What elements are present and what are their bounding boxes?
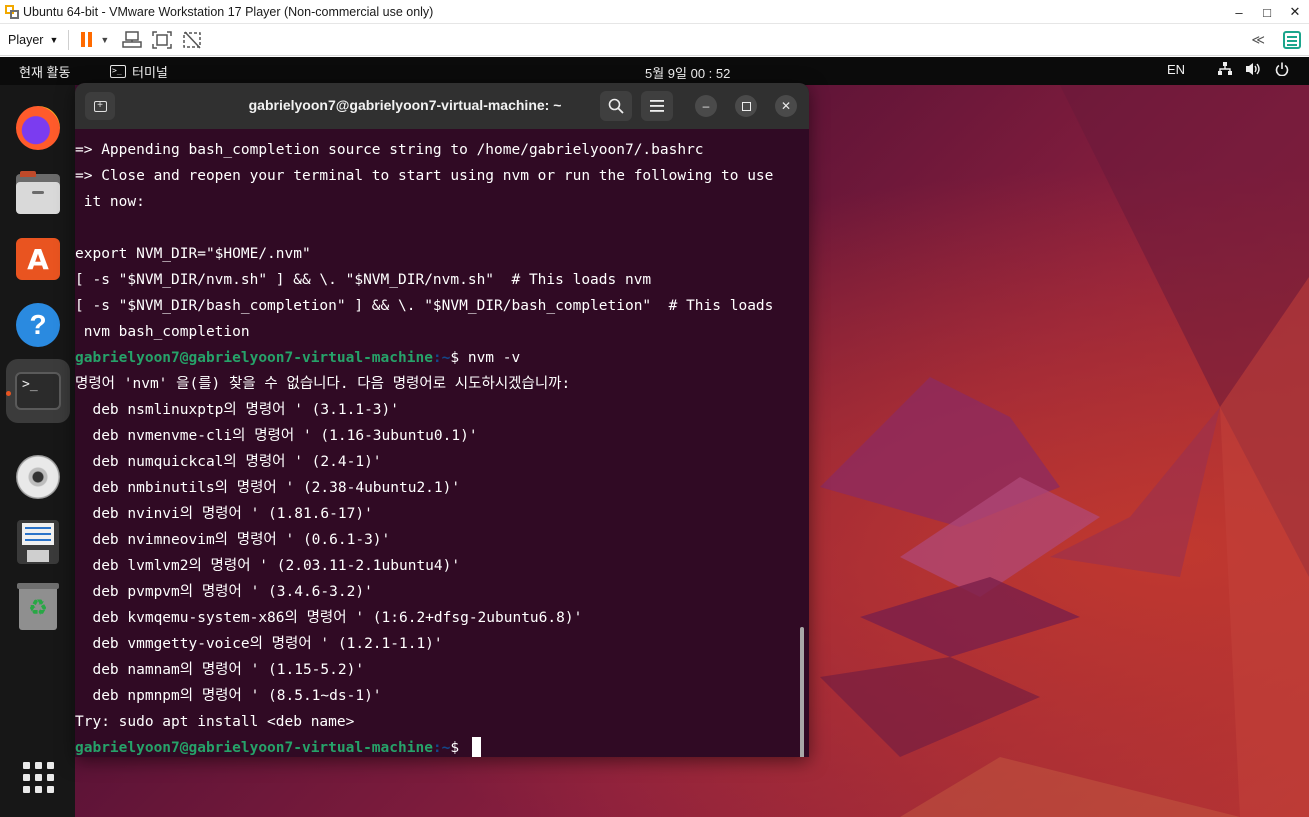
output-line: deb nsmlinuxptp의 명령어 ' (3.1.1-3)' <box>75 402 399 418</box>
search-icon <box>608 98 624 114</box>
power-icon <box>1275 62 1289 79</box>
window-controls: – □ ✕ <box>1225 0 1309 24</box>
dock-item-firefox[interactable] <box>6 96 70 160</box>
ubuntu-desktop: 현재 활동 >_ 터미널 5월 9일 00 : 52 EN A ? >_ ♻ +… <box>0 57 1309 817</box>
dock-item-app-center[interactable]: A <box>6 227 70 291</box>
minimize-icon[interactable]: – <box>1225 0 1253 24</box>
terminal-line: export NVM_DIR="$HOME/.nvm" <box>75 246 311 262</box>
terminal-app-icon: >_ <box>110 65 126 78</box>
trash-icon: ♻ <box>17 583 59 630</box>
terminal-line: [ -s "$NVM_DIR/bash_completion" ] && \. … <box>75 298 774 314</box>
files-icon <box>16 171 60 214</box>
window-title: Ubuntu 64-bit - VMware Workstation 17 Pl… <box>23 4 434 19</box>
prompt-user: gabrielyoon7@gabrielyoon7-virtual-machin… <box>75 740 433 756</box>
output-line: 명령어 'nvm' 을(를) 찾을 수 없습니다. 다음 명령어로 시도하시겠습… <box>75 376 571 392</box>
terminal-headerbar[interactable]: + gabrielyoon7@gabrielyoon7-virtual-mach… <box>75 83 809 129</box>
dock-item-cd-drive[interactable] <box>6 445 70 509</box>
chevron-down-icon: ▼ <box>49 34 59 45</box>
maximize-icon <box>741 101 751 111</box>
output-line: deb vmmgetty-voice의 명령어 ' (1.2.1-1.1)' <box>75 636 443 652</box>
hamburger-icon <box>650 100 664 112</box>
terminal-line: nvm bash_completion <box>75 324 250 340</box>
maximize-button[interactable] <box>735 95 757 117</box>
terminal-scrollbar[interactable] <box>800 627 804 757</box>
dock-item-terminal[interactable]: >_ <box>6 359 70 423</box>
terminal-line: => Close and reopen your terminal to sta… <box>75 168 774 184</box>
menu-button[interactable] <box>641 91 673 121</box>
search-button[interactable] <box>600 91 632 121</box>
terminal-title: gabrielyoon7@gabrielyoon7-virtual-machin… <box>248 97 562 113</box>
volume-icon <box>1246 62 1261 79</box>
dock-item-floppy[interactable] <box>6 510 70 574</box>
close-button[interactable]: ✕ <box>775 95 797 117</box>
output-line: deb lvmlvm2의 명령어 ' (2.03.11-2.1ubuntu4)' <box>75 558 461 574</box>
output-line: deb pvmpvm의 명령어 ' (3.4.6-3.2)' <box>75 584 373 600</box>
terminal-line: [ -s "$NVM_DIR/nvm.sh" ] && \. "$NVM_DIR… <box>75 272 652 288</box>
fullscreen-icon[interactable] <box>147 27 177 53</box>
pause-dropdown-icon[interactable]: ▼ <box>100 35 109 45</box>
output-line: deb nvmenvme-cli의 명령어 ' (1.16-3ubuntu0.1… <box>75 428 478 444</box>
clock[interactable]: 5월 9일 00 : 52 <box>645 63 730 82</box>
output-line: deb kvmqemu-system-x86의 명령어 ' (1:6.2+dfs… <box>75 610 583 626</box>
prompt-path: :~ <box>432 740 451 756</box>
output-line: Try: sudo apt install <deb name> <box>75 714 355 730</box>
maximize-icon[interactable]: □ <box>1253 0 1281 24</box>
prompt-command: $ nvm -v <box>450 350 521 366</box>
terminal-line: it now: <box>75 194 145 210</box>
player-menu-label: Player <box>8 32 44 47</box>
library-icon[interactable] <box>1283 31 1301 49</box>
output-line: deb nmbinutils의 명령어 ' (2.38-4ubuntu2.1)' <box>75 480 461 496</box>
terminal-output[interactable]: => Appending bash_completion source stri… <box>75 129 799 757</box>
running-indicator <box>6 391 11 396</box>
top-panel: 현재 활동 >_ 터미널 5월 9일 00 : 52 EN <box>0 57 1309 85</box>
pause-button[interactable] <box>81 32 93 47</box>
dock-item-help[interactable]: ? <box>6 293 70 357</box>
prompt-line: gabrielyoon7@gabrielyoon7-virtual-machin… <box>75 735 799 757</box>
prompt-path: :~ <box>432 350 451 366</box>
prompt-user: gabrielyoon7@gabrielyoon7-virtual-machin… <box>75 350 433 366</box>
help-icon: ? <box>16 303 60 347</box>
input-language[interactable]: EN <box>1167 62 1185 77</box>
output-line: deb nvimneovim의 명령어 ' (0.6.1-3)' <box>75 532 391 548</box>
minimize-icon: – <box>702 99 710 113</box>
prompt-command: $ <box>450 740 468 756</box>
terminal-line: => Appending bash_completion source stri… <box>75 142 704 158</box>
close-icon: ✕ <box>780 99 792 113</box>
activities-button[interactable]: 현재 활동 <box>19 62 70 81</box>
vmware-logo-icon <box>5 4 19 19</box>
dock-item-trash[interactable]: ♻ <box>6 576 70 640</box>
network-icon <box>1218 62 1232 79</box>
close-icon[interactable]: ✕ <box>1281 0 1309 24</box>
output-line: deb numquickcal의 명령어 ' (2.4-1)' <box>75 454 382 470</box>
apps-grid-icon <box>22 761 54 793</box>
dock: A ? >_ ♻ <box>0 85 75 817</box>
vmware-toolbar: Player ▼ ▼ ≪ <box>0 24 1309 56</box>
send-ctrl-alt-del-icon[interactable] <box>117 27 147 53</box>
terminal-icon: >_ <box>15 372 61 410</box>
minimize-button[interactable]: – <box>695 95 717 117</box>
output-line: deb namnam의 명령어 ' (1.15-5.2)' <box>75 662 365 678</box>
output-line: deb nvinvi의 명령어 ' (1.81.6-17)' <box>75 506 373 522</box>
app-center-icon: A <box>16 238 60 280</box>
prompt-line: gabrielyoon7@gabrielyoon7-virtual-machin… <box>75 345 799 371</box>
player-menu[interactable]: Player ▼ <box>8 33 58 47</box>
toolbar-right: ≪ <box>1251 24 1301 56</box>
collapse-icon[interactable]: ≪ <box>1251 32 1265 48</box>
text-cursor <box>471 737 481 757</box>
floppy-icon <box>17 520 59 564</box>
cd-drive-icon <box>16 455 60 499</box>
show-apps-button[interactable] <box>6 745 70 809</box>
unity-mode-icon[interactable] <box>177 27 207 53</box>
app-menu-label: 터미널 <box>132 65 168 80</box>
firefox-icon <box>16 106 60 150</box>
toolbar-divider <box>68 29 70 50</box>
vmware-titlebar: Ubuntu 64-bit - VMware Workstation 17 Pl… <box>0 0 1309 24</box>
terminal-window[interactable]: + gabrielyoon7@gabrielyoon7-virtual-mach… <box>75 83 809 757</box>
output-line: deb npmnpm의 명령어 ' (8.5.1~ds-1)' <box>75 688 382 704</box>
system-tray[interactable] <box>1218 62 1289 79</box>
dock-item-files[interactable] <box>6 162 70 226</box>
app-menu[interactable]: >_ 터미널 <box>110 62 168 81</box>
